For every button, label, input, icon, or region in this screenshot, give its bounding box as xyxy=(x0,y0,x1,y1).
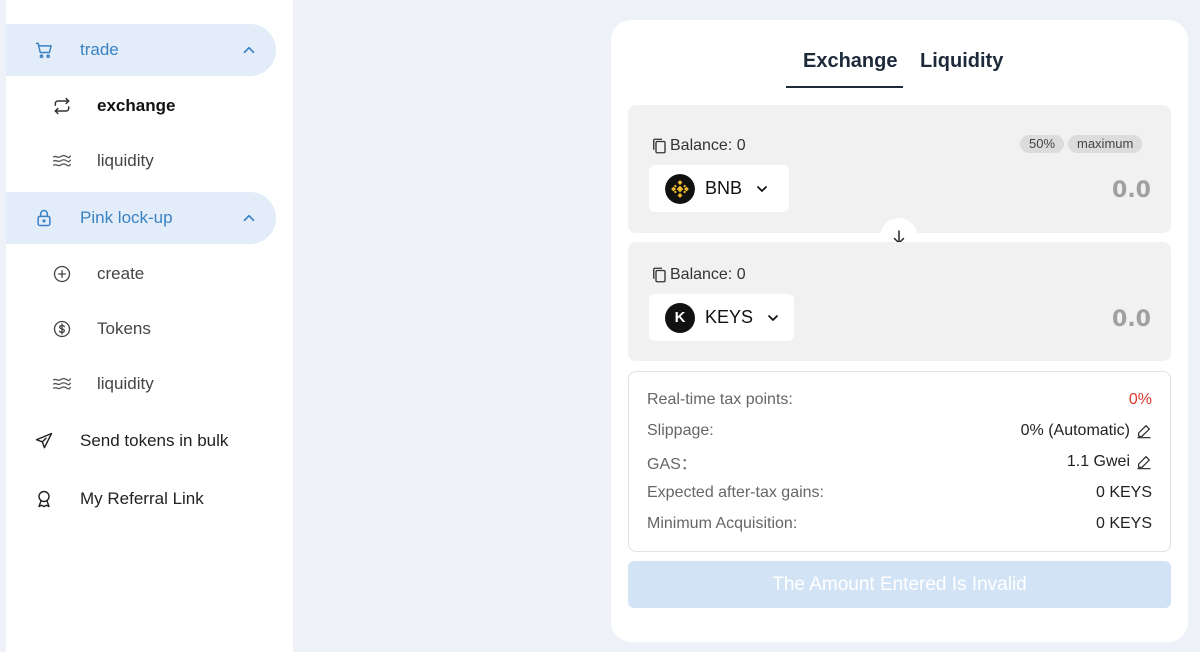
expected-value: 0 KEYS xyxy=(1095,484,1152,501)
keys-logo-icon: K xyxy=(665,302,695,333)
to-amount-input[interactable]: 0.0 xyxy=(1112,307,1151,332)
sidebar-item-label: exchange xyxy=(97,96,176,115)
chevron-down-icon xyxy=(757,185,767,192)
expected-label: Expected after-tax gains: xyxy=(647,484,824,501)
tab-exchange[interactable]: Exchange xyxy=(803,50,897,73)
sidebar-item-liquidity[interactable]: liquidity xyxy=(6,138,276,184)
from-token-selector[interactable]: BNB xyxy=(649,165,789,212)
from-balance-text: Balance: 0 xyxy=(670,137,746,154)
minimum-value: 0 KEYS xyxy=(1095,515,1152,532)
sidebar-item-label: liquidity xyxy=(97,151,154,170)
sidebar-item-send-bulk[interactable]: Send tokens in bulk xyxy=(6,418,276,464)
copy-icon[interactable] xyxy=(650,137,668,155)
expected-row: Expected after-tax gains: 0 KEYS xyxy=(647,481,1152,505)
submit-button[interactable]: The Amount Entered Is Invalid xyxy=(628,561,1171,608)
sidebar-item-label: My Referral Link xyxy=(80,489,204,508)
send-icon xyxy=(35,432,53,449)
bnb-logo-icon xyxy=(665,173,695,204)
from-token-panel: Balance: 0 50% maximum BNB 0.0 xyxy=(628,105,1171,233)
sidebar-item-lockup-liquidity[interactable]: liquidity xyxy=(6,361,276,407)
sidebar-item-exchange[interactable]: exchange xyxy=(6,83,276,129)
to-token-symbol: KEYS xyxy=(705,307,754,327)
slippage-label: Slippage: xyxy=(647,422,714,439)
maximum-button[interactable]: maximum xyxy=(1068,135,1143,153)
tax-value: 0% xyxy=(1128,391,1152,408)
minimum-label: Minimum Acquisition: xyxy=(647,515,798,532)
to-balance-text: Balance: 0 xyxy=(670,266,746,283)
nav-group-trade[interactable]: trade xyxy=(6,24,276,76)
trade-details: Real-time tax points: 0% Slippage: 0% (A… xyxy=(628,371,1171,552)
slippage-value: 0% (Automatic) xyxy=(1020,422,1130,439)
sidebar-item-label: liquidity xyxy=(97,374,154,393)
nav-group-pink-lockup-label: Pink lock-up xyxy=(80,208,173,227)
copy-icon[interactable] xyxy=(650,266,668,284)
waves-icon xyxy=(53,377,72,390)
to-token-panel: Balance: 0 K KEYS 0.0 xyxy=(628,242,1171,361)
swap-card: Exchange Liquidity Balance: 0 50% maximu… xyxy=(611,20,1188,642)
from-balance: Balance: 0 xyxy=(650,137,746,155)
lock-icon xyxy=(37,209,51,227)
swap-arrows-icon xyxy=(54,97,70,115)
chevron-down-icon xyxy=(768,314,778,321)
slippage-row: Slippage: 0% (Automatic) xyxy=(647,419,1152,443)
gas-value-group: 1.1 Gwei xyxy=(1067,453,1152,471)
active-tab-indicator xyxy=(786,86,903,88)
nav-group-trade-label: trade xyxy=(80,40,119,59)
award-icon xyxy=(38,490,50,508)
edit-icon[interactable] xyxy=(1136,423,1152,439)
sidebar-item-create[interactable]: create xyxy=(6,251,276,297)
dollar-circle-icon xyxy=(53,320,71,338)
waves-icon xyxy=(53,154,72,167)
gas-value: 1.1 Gwei xyxy=(1066,453,1130,470)
tab-liquidity[interactable]: Liquidity xyxy=(920,50,1003,73)
to-token-selector[interactable]: K KEYS xyxy=(649,294,794,341)
edit-icon[interactable] xyxy=(1136,454,1152,470)
gas-label: GAS： xyxy=(647,456,697,473)
sidebar-item-label: Tokens xyxy=(97,319,151,338)
minimum-row: Minimum Acquisition: 0 KEYS xyxy=(647,512,1152,536)
tax-label: Real-time tax points: xyxy=(647,391,793,408)
chevron-up-icon xyxy=(243,214,255,222)
sidebar-item-referral[interactable]: My Referral Link xyxy=(6,476,276,522)
cart-icon xyxy=(35,42,52,59)
slippage-value-group: 0% (Automatic) xyxy=(1021,422,1152,440)
gas-row: GAS： 1.1 Gwei xyxy=(647,450,1152,474)
to-balance: Balance: 0 xyxy=(650,266,746,284)
from-amount-input[interactable]: 0.0 xyxy=(1112,178,1151,203)
sidebar: trade exchange liquidity Pink lock-up cr… xyxy=(0,0,293,652)
nav-group-pink-lockup[interactable]: Pink lock-up xyxy=(6,192,276,244)
sidebar-item-tokens[interactable]: Tokens xyxy=(6,306,276,352)
chevron-up-icon xyxy=(243,46,255,54)
from-token-symbol: BNB xyxy=(705,178,743,198)
tax-row: Real-time tax points: 0% xyxy=(647,388,1152,412)
plus-circle-icon xyxy=(53,265,71,283)
sidebar-item-label: Send tokens in bulk xyxy=(80,431,229,450)
sidebar-item-label: create xyxy=(97,264,145,283)
fifty-percent-button[interactable]: 50% xyxy=(1020,135,1065,153)
